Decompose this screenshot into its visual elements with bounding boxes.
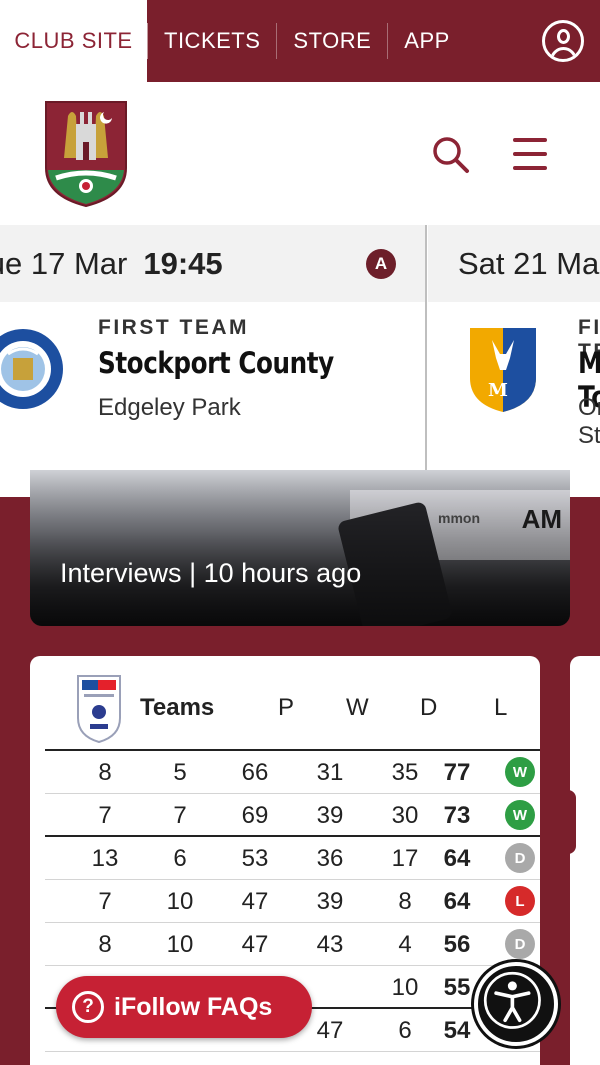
accessibility-icon[interactable]: [474, 962, 558, 1046]
news-category: Interviews: [60, 558, 182, 588]
fixture-card[interactable]: Tue 17 Mar 19:45 A FIRST TEAM Stockport …: [0, 225, 427, 497]
form-badge: D: [505, 843, 535, 873]
question-circle-icon: ?: [72, 991, 104, 1023]
table-header-teams: Teams: [140, 694, 215, 721]
news-separator: |: [189, 558, 197, 588]
form-badge: W: [505, 757, 535, 787]
table-cell: 39: [316, 888, 344, 915]
fixture-header: Tue 17 Mar 19:45 A: [0, 225, 425, 302]
table-cell: 10: [391, 974, 419, 1001]
svg-text:M: M: [488, 380, 508, 401]
opponent-crest-stockport: [0, 329, 63, 409]
table-cell: 13: [91, 845, 119, 872]
table-cell: 47: [241, 931, 269, 958]
table-cell-points: 56: [443, 931, 471, 958]
top-nav: CLUB SITE TICKETS STORE APP: [0, 0, 600, 82]
fixture-competition: FIRST TEAM: [98, 316, 249, 339]
fixture-date: Tue 17 Mar: [0, 245, 128, 281]
away-badge: A: [366, 249, 396, 279]
table-header-drawn: D: [420, 694, 438, 721]
table-cell: 10: [166, 888, 194, 915]
club-crest-logo[interactable]: [42, 98, 130, 208]
table-cell: 10: [166, 931, 194, 958]
account-icon[interactable]: [542, 20, 584, 62]
table-cell: 17: [391, 845, 419, 872]
table-cell-points: 64: [443, 845, 471, 872]
table-row: 7 7 69 39 30 73 W: [45, 794, 540, 837]
site-header: [0, 82, 600, 225]
fixture-time: 19:45: [143, 245, 223, 281]
form-badge: W: [505, 800, 535, 830]
table-cell: 47: [316, 1017, 344, 1044]
nav-link-app[interactable]: APP: [387, 23, 466, 59]
table-cell: 53: [241, 845, 269, 872]
search-icon[interactable]: [430, 134, 470, 174]
club-site-tab[interactable]: CLUB SITE: [0, 0, 147, 82]
table-header-lost: L: [494, 694, 508, 721]
table-cell-points: 73: [443, 802, 471, 829]
fixture-date: Sat 21 Mar: [458, 245, 600, 281]
table-cell-points: 64: [443, 888, 471, 915]
sky-bet-league-one-logo: [77, 675, 121, 744]
table-row: 8 10 47 43 4 56 D: [45, 923, 540, 966]
table-cell: 39: [316, 802, 344, 829]
news-age: 10 hours ago: [203, 558, 362, 588]
table-cell: 7: [98, 802, 112, 829]
news-card[interactable]: mmon AM Interviews | 10 hours ago: [30, 470, 570, 626]
table-row: 13 6 53 36 17 64 D: [45, 837, 540, 880]
fixture-opponent: Stockport County: [98, 346, 334, 380]
table-cell: 43: [316, 931, 344, 958]
table-cell: 35: [391, 759, 419, 786]
table-cell: 6: [398, 1017, 412, 1044]
fixture-venue: Edgeley Park: [98, 394, 241, 421]
table-cell: 8: [98, 759, 112, 786]
table-cell: 31: [316, 759, 344, 786]
table-cell: 30: [391, 802, 419, 829]
fixture-card[interactable]: Sat 21 Mar M FIRST TEAM Mansfield Town O…: [428, 225, 600, 497]
fixture-venue: One Call Stadium: [578, 394, 600, 449]
table-cell: 8: [398, 888, 412, 915]
hamburger-menu-icon[interactable]: [510, 134, 550, 174]
fixture-header: Sat 21 Mar: [428, 225, 600, 302]
table-cell: 69: [241, 802, 269, 829]
news-meta: Interviews | 10 hours ago: [60, 558, 361, 589]
table-header-won: W: [346, 694, 369, 721]
table-cell: 36: [316, 845, 344, 872]
carousel-tab-handle[interactable]: [540, 790, 576, 854]
fixtures-carousel[interactable]: Tue 17 Mar 19:45 A FIRST TEAM Stockport …: [0, 225, 600, 497]
table-cell: 66: [241, 759, 269, 786]
nav-link-store[interactable]: STORE: [276, 23, 387, 59]
table-row: 8 5 66 31 35 77 W: [45, 751, 540, 794]
table-cell: 8: [98, 931, 112, 958]
faq-label: iFollow FAQs: [114, 992, 273, 1021]
ifollow-faqs-button[interactable]: ? iFollow FAQs: [56, 976, 312, 1038]
table-cell: 7: [98, 888, 112, 915]
form-badge: D: [505, 929, 535, 959]
table-cell: 5: [173, 759, 187, 786]
table-cell: 7: [173, 802, 187, 829]
nav-link-tickets[interactable]: TICKETS: [147, 23, 276, 59]
table-cell: 47: [241, 888, 269, 915]
next-card-peek[interactable]: [570, 656, 600, 1065]
form-badge: L: [505, 886, 535, 916]
opponent-crest-mansfield: M: [470, 328, 536, 412]
table-header-played: P: [278, 694, 295, 721]
table-cell: 4: [398, 931, 412, 958]
table-cell: 6: [173, 845, 187, 872]
table-row: 7 10 47 39 8 64 L: [45, 880, 540, 923]
table-cell-points: 77: [443, 759, 471, 786]
